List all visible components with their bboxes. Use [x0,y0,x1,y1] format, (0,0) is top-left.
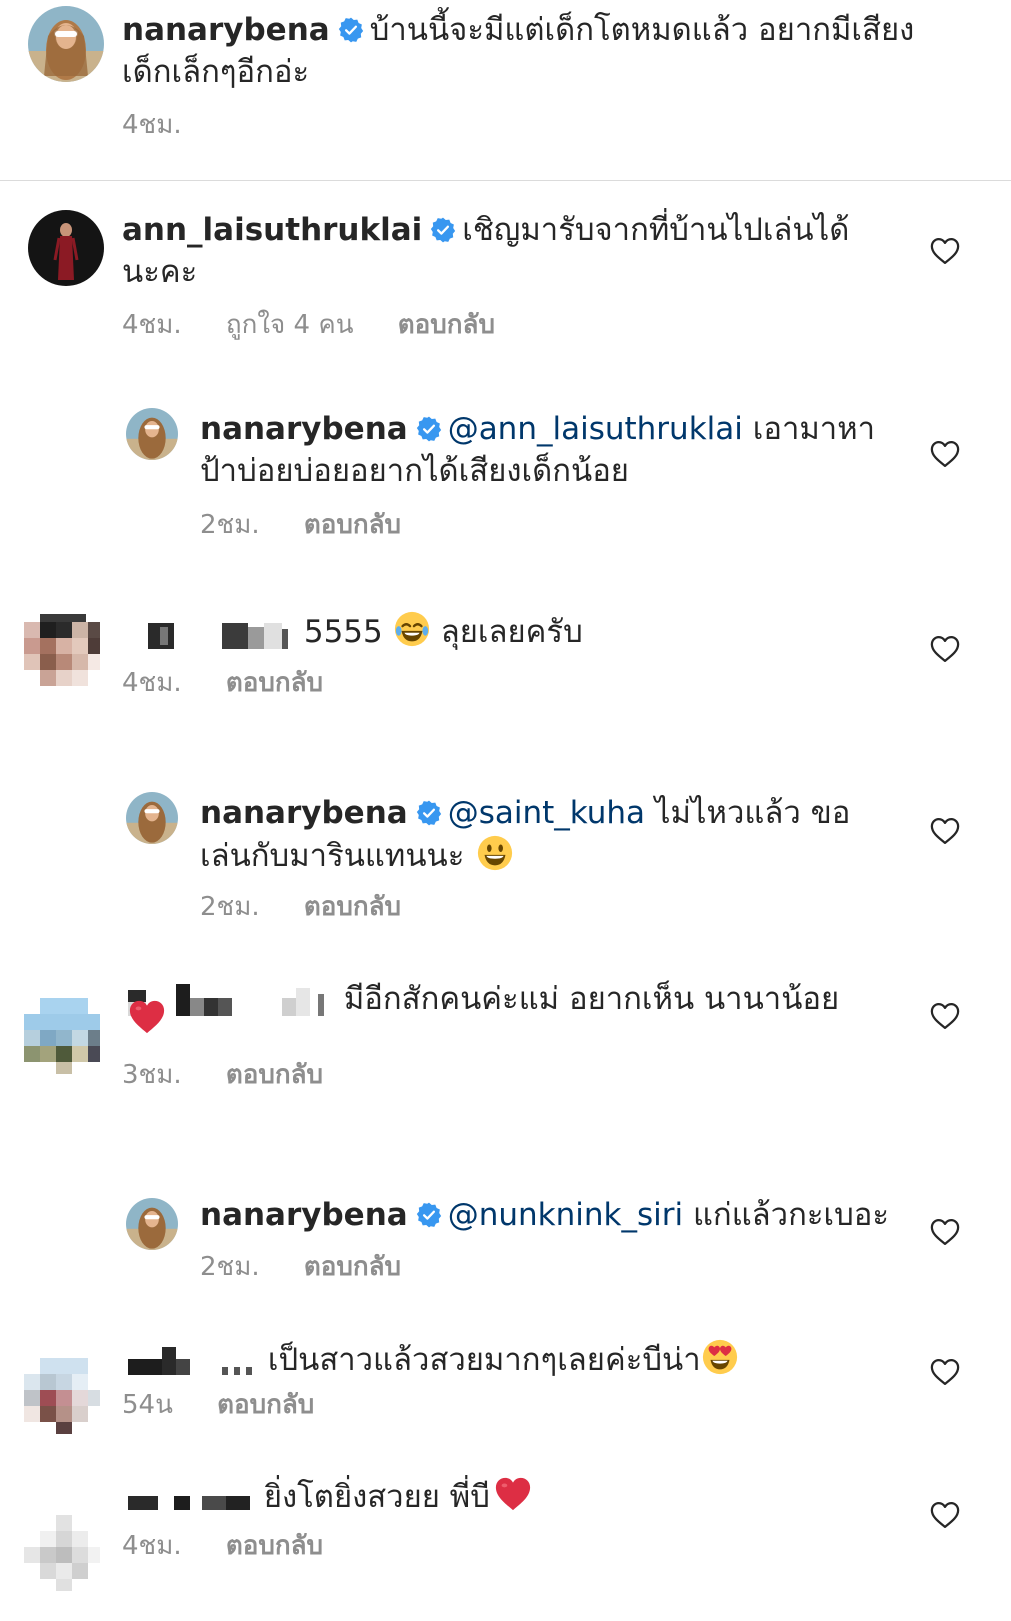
comment-meta: 4ชม. ถูกใจ 4 คน ตอบกลับ [122,310,531,340]
comment-body: nanarybena @nunknink_siri แก่แล้วกะเบอะ [200,1194,920,1236]
comment-item: ยิ่งโตยิ่งสวยย พี่บี 4ชม. ตอบกลับ [0,1515,1011,1621]
reply-item: nanarybena @saint_kuha ไม่ไหวแล้ว ขอเล่นก… [0,770,1011,930]
timestamp[interactable]: 4ชม. [122,110,182,140]
heart-outline-icon[interactable] [930,1501,960,1529]
comment-meta: 4ชม. ตอบกลับ [122,1531,359,1561]
avatar[interactable] [28,6,104,82]
verified-badge-icon [416,416,442,442]
mention-link[interactable]: @ann_laisuthruklai [448,411,743,447]
comment-meta: 54น ตอบกลับ [122,1390,350,1420]
reply-item: nanarybena @nunknink_siri แก่แล้วกะเบอะ 2… [0,1180,1011,1300]
verified-badge-icon [416,800,442,826]
avatar-pixelated[interactable] [24,614,100,690]
comment-text: ยิ่งโตยิ่งสวยย พี่บี [263,1479,490,1515]
reply-button[interactable]: ตอบกลับ [226,668,323,698]
redacted-username[interactable] [122,617,294,651]
heart-outline-icon[interactable] [930,440,960,468]
heart-eyes-emoji-icon [701,1338,739,1376]
comment-text: เป็นสาวแล้วสวยมากๆเลยค่ะบีน่า [267,1342,701,1378]
comment-body: nanarybena บ้านนี้จะมีแต่เด็กโตหมดแล้ว อย… [122,9,942,93]
heart-outline-icon[interactable] [930,817,960,845]
timestamp[interactable]: 2ชม. [200,510,260,540]
comment-meta: 2ชม. ตอบกลับ [200,510,437,540]
timestamp[interactable]: 2ชม. [200,1252,260,1282]
comment-meta: 4ชม. [122,110,218,140]
comment-body: 5555 ลุยเลยครับ [122,610,882,653]
avatar[interactable] [126,1198,178,1250]
timestamp[interactable]: 54น [122,1390,173,1420]
timestamp[interactable]: 4ชม. [122,668,182,698]
comment-body: เป็นสาวแล้วสวยมากๆเลยค่ะบีน่า [122,1338,902,1381]
comment-meta: 3ชม. ตอบกลับ [122,1060,359,1090]
heart-outline-icon[interactable] [930,1218,960,1246]
reply-button[interactable]: ตอบกลับ [304,1252,401,1282]
verified-badge-icon [416,1202,442,1228]
reply-button[interactable]: ตอบกลับ [217,1390,314,1420]
heart-outline-icon[interactable] [930,1002,960,1030]
mention-link[interactable]: @nunknink_siri [448,1197,683,1233]
username[interactable]: ann_laisuthruklai [122,212,422,248]
comment-body: ann_laisuthruklai เชิญมารับจากที่บ้านไปเล… [122,209,862,293]
reply-button[interactable]: ตอบกลับ [304,892,401,922]
avatar-pixelated[interactable] [24,1515,100,1591]
comment-text-2: ลุยเลยครับ [440,614,583,650]
comment-body: มีอีกสักคนค่ะแม่ อยากเห็น นานาน้อย [122,978,882,1020]
smiley-emoji-icon [476,834,514,872]
timestamp[interactable]: 4ชม. [122,1531,182,1561]
comment-item: 5555 ลุยเลยครับ 4ชม. ตอบกลับ [0,610,1011,740]
comment-meta: 2ชม. ตอบกลับ [200,1252,437,1282]
mention-link[interactable]: @saint_kuha [448,795,645,831]
avatar-pixelated[interactable] [24,998,100,1074]
comment-meta: 4ชม. ตอบกลับ [122,668,359,698]
comment-text: มีอีกสักคนค่ะแม่ อยากเห็น นานาน้อย [343,981,840,1017]
comment-item: เป็นสาวแล้วสวยมากๆเลยค่ะบีน่า 54น ตอบกลั… [0,1350,1011,1470]
comment-text: 5555 [303,614,383,650]
caption-comment: nanarybena บ้านนี้จะมีแต่เด็กโตหมดแล้ว อย… [0,0,1011,180]
comment-body: nanarybena @saint_kuha ไม่ไหวแล้ว ขอเล่นก… [200,792,900,877]
timestamp[interactable]: 3ชม. [122,1060,182,1090]
likes-count[interactable]: ถูกใจ 4 คน [226,310,354,340]
avatar[interactable] [126,408,178,460]
comment-item: ann_laisuthruklai เชิญมารับจากที่บ้านไปเล… [0,200,1011,380]
heart-outline-icon[interactable] [930,1358,960,1386]
username[interactable]: nanarybena [200,1197,408,1233]
reply-button[interactable]: ตอบกลับ [398,310,495,340]
reply-button[interactable]: ตอบกลับ [226,1060,323,1090]
avatar[interactable] [126,792,178,844]
verified-badge-icon [430,217,456,243]
comment-text: แก่แล้วกะเบอะ [692,1197,890,1233]
verified-badge-icon [338,17,364,43]
comment-body: nanarybena @ann_laisuthruklai เอามาหาป้าบ… [200,408,880,492]
heart-outline-icon[interactable] [930,635,960,663]
avatar[interactable] [28,210,104,286]
username[interactable]: nanarybena [200,795,408,831]
redacted-username[interactable] [122,1482,254,1516]
comment-body: ยิ่งโตยิ่งสวยย พี่บี [122,1475,902,1518]
comment-item: มีอีกสักคนค่ะแม่ อยากเห็น นานาน้อย 3ชม. … [0,981,1011,1140]
username[interactable]: nanarybena [122,12,330,48]
comment-meta: 2ชม. ตอบกลับ [200,892,437,922]
divider [0,180,1011,181]
heart-outline-icon[interactable] [930,237,960,265]
laughing-emoji-icon [393,610,431,648]
reply-item: nanarybena @ann_laisuthruklai เอามาหาป้าบ… [0,400,1011,560]
avatar-pixelated[interactable] [24,1358,100,1434]
timestamp[interactable]: 2ชม. [200,892,260,922]
username[interactable]: nanarybena [200,411,408,447]
reply-button[interactable]: ตอบกลับ [304,510,401,540]
redacted-username[interactable] [122,1345,258,1379]
red-heart-emoji-icon [128,998,166,1036]
timestamp[interactable]: 4ชม. [122,310,182,340]
red-heart-emoji-icon [494,1475,532,1513]
reply-button[interactable]: ตอบกลับ [226,1531,323,1561]
